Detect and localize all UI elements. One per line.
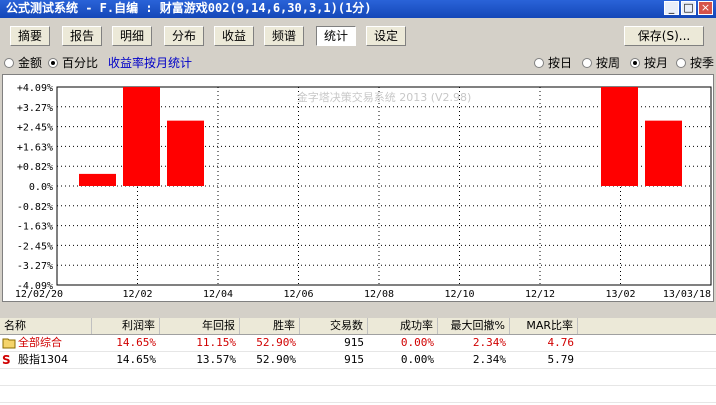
title-bar: 公式测试系统 - F.自编 : 财富游戏002(9,14,6,30,3,1)(1… [0,0,716,18]
radio-percent-label: 百分比 [62,56,99,70]
x-tick-label: 12/12 [525,289,555,300]
tab-summary[interactable]: 摘要 [10,26,50,46]
radio-amount[interactable]: 金额 [4,54,42,71]
table-row-empty [0,386,716,403]
cell-winrate: 52.90% [256,336,296,349]
table-row-empty [0,369,716,386]
tab-spectrum[interactable]: 频谱 [264,26,304,46]
radio-percent[interactable]: 百分比 [48,54,98,71]
chart-bar [167,120,204,186]
folder-icon [2,335,18,351]
row-name: 全部综合 [18,336,62,349]
chart-bar [79,173,116,186]
close-button[interactable]: × [698,1,713,15]
chart-panel: +4.09% +3.27% +2.45% +1.63% +0.82% 0.0% -0.82%… [2,74,714,302]
cell-mar: 4.76 [547,336,575,349]
cell-drawdown: 2.34% [472,336,506,349]
x-tick-label: 12/02 [122,289,152,300]
stats-table: 名称 利润率 年回报 胜率 交易数 成功率 最大回撤% MAR比率 全部综合 1… [0,318,716,405]
radio-by-month-label: 按月 [644,56,669,70]
table-row[interactable]: S 股指1304 14.65% 13.57% 52.90% 915 0.00% … [0,352,716,369]
radio-circle-selected[interactable] [630,57,640,68]
tab-distribution[interactable]: 分布 [164,26,204,46]
x-tick-label: 12/06 [283,289,313,300]
y-tick-label: +2.45% [17,123,53,134]
col-header-name[interactable]: 名称 [0,318,92,334]
x-tick-label: 12/08 [364,289,394,300]
y-tick-label: +4.09% [17,83,53,94]
chart-bar [645,120,682,186]
col-header-trades[interactable]: 交易数 [300,318,368,334]
table-header: 名称 利润率 年回报 胜率 交易数 成功率 最大回撤% MAR比率 [0,318,716,335]
maximize-button[interactable]: □ [681,1,696,15]
col-header-drawdown[interactable]: 最大回撤% [438,318,510,334]
radio-circle[interactable] [676,57,686,68]
cell-winrate: 52.90% [256,353,296,366]
radio-circle-selected[interactable] [48,57,58,68]
tab-report[interactable]: 报告 [62,26,102,46]
radio-by-quarter[interactable]: 按季 [676,54,714,71]
radio-by-week-label: 按周 [596,56,621,70]
cell-profit: 14.65% [116,353,156,366]
y-tick-label: -2.45% [17,241,53,252]
cell-annual: 13.57% [196,353,236,366]
cell-mar: 5.79 [547,353,575,366]
y-tick-label: +1.63% [17,142,53,153]
chart-bar [123,87,160,186]
cell-trades: 915 [344,336,364,349]
cell-annual: 11.15% [196,336,236,349]
y-tick-label: -0.82% [17,202,53,213]
x-tick-label: 13/03/18 [663,289,711,300]
tab-details[interactable]: 明细 [112,26,152,46]
x-tick-label: 13/02 [605,289,635,300]
radio-amount-label: 金额 [18,56,43,70]
radio-circle[interactable] [534,57,544,68]
cell-success: 0.00% [400,353,434,366]
radio-by-quarter-label: 按季 [690,56,715,70]
cell-drawdown: 2.34% [472,353,506,366]
col-header-winrate[interactable]: 胜率 [240,318,300,334]
y-tick-label: -3.27% [17,261,53,272]
radio-by-day[interactable]: 按日 [534,54,572,71]
cell-profit: 14.65% [116,336,156,349]
tab-statistics[interactable]: 统计 [316,26,356,46]
col-header-profit[interactable]: 利润率 [92,318,160,334]
y-tick-label: +3.27% [17,103,53,114]
radio-by-week[interactable]: 按周 [582,54,620,71]
options-row: 金额 百分比 收益率按月统计 按日 按周 按月 按季 [0,54,716,70]
s-icon: S [2,353,11,367]
y-tick-label: +0.82% [17,162,53,173]
y-tick-label: 0.0% [29,182,53,193]
y-tick-label: -1.63% [17,222,53,233]
monthly-returns-chart: +4.09% +3.27% +2.45% +1.63% +0.82% 0.0% -0.82%… [15,83,712,300]
tab-toolbar: 摘要 报告 明细 分布 收益 频谱 统计 设定 保存(S)... [0,26,716,48]
monthly-returns-link[interactable]: 收益率按月统计 [108,54,192,71]
chart-watermark: 金字塔决策交易系统 2013 (V2.98) [297,90,472,104]
col-header-annual[interactable]: 年回报 [160,318,240,334]
radio-by-day-label: 按日 [548,56,573,70]
radio-circle[interactable] [582,57,592,68]
radio-circle[interactable] [4,57,14,68]
tab-settings[interactable]: 设定 [366,26,406,46]
cell-success: 0.00% [400,336,434,349]
x-tick-label: 12/10 [444,289,474,300]
row-name: 股指1304 [18,353,68,366]
x-tick-label: 12/04 [203,289,233,300]
col-header-mar[interactable]: MAR比率 [510,318,578,334]
tab-returns[interactable]: 收益 [214,26,254,46]
minimize-button[interactable]: _ [664,1,679,15]
cell-trades: 915 [344,353,364,366]
window-title: 公式测试系统 - F.自编 : 财富游戏002(9,14,6,30,3,1)(1… [6,1,372,15]
save-button[interactable]: 保存(S)... [624,26,704,46]
chart-bar [601,87,638,186]
radio-by-month[interactable]: 按月 [630,54,668,71]
col-header-success[interactable]: 成功率 [368,318,438,334]
x-tick-label: 12/02/20 [15,289,63,300]
table-row[interactable]: 全部综合 14.65% 11.15% 52.90% 915 0.00% 2.34… [0,335,716,352]
